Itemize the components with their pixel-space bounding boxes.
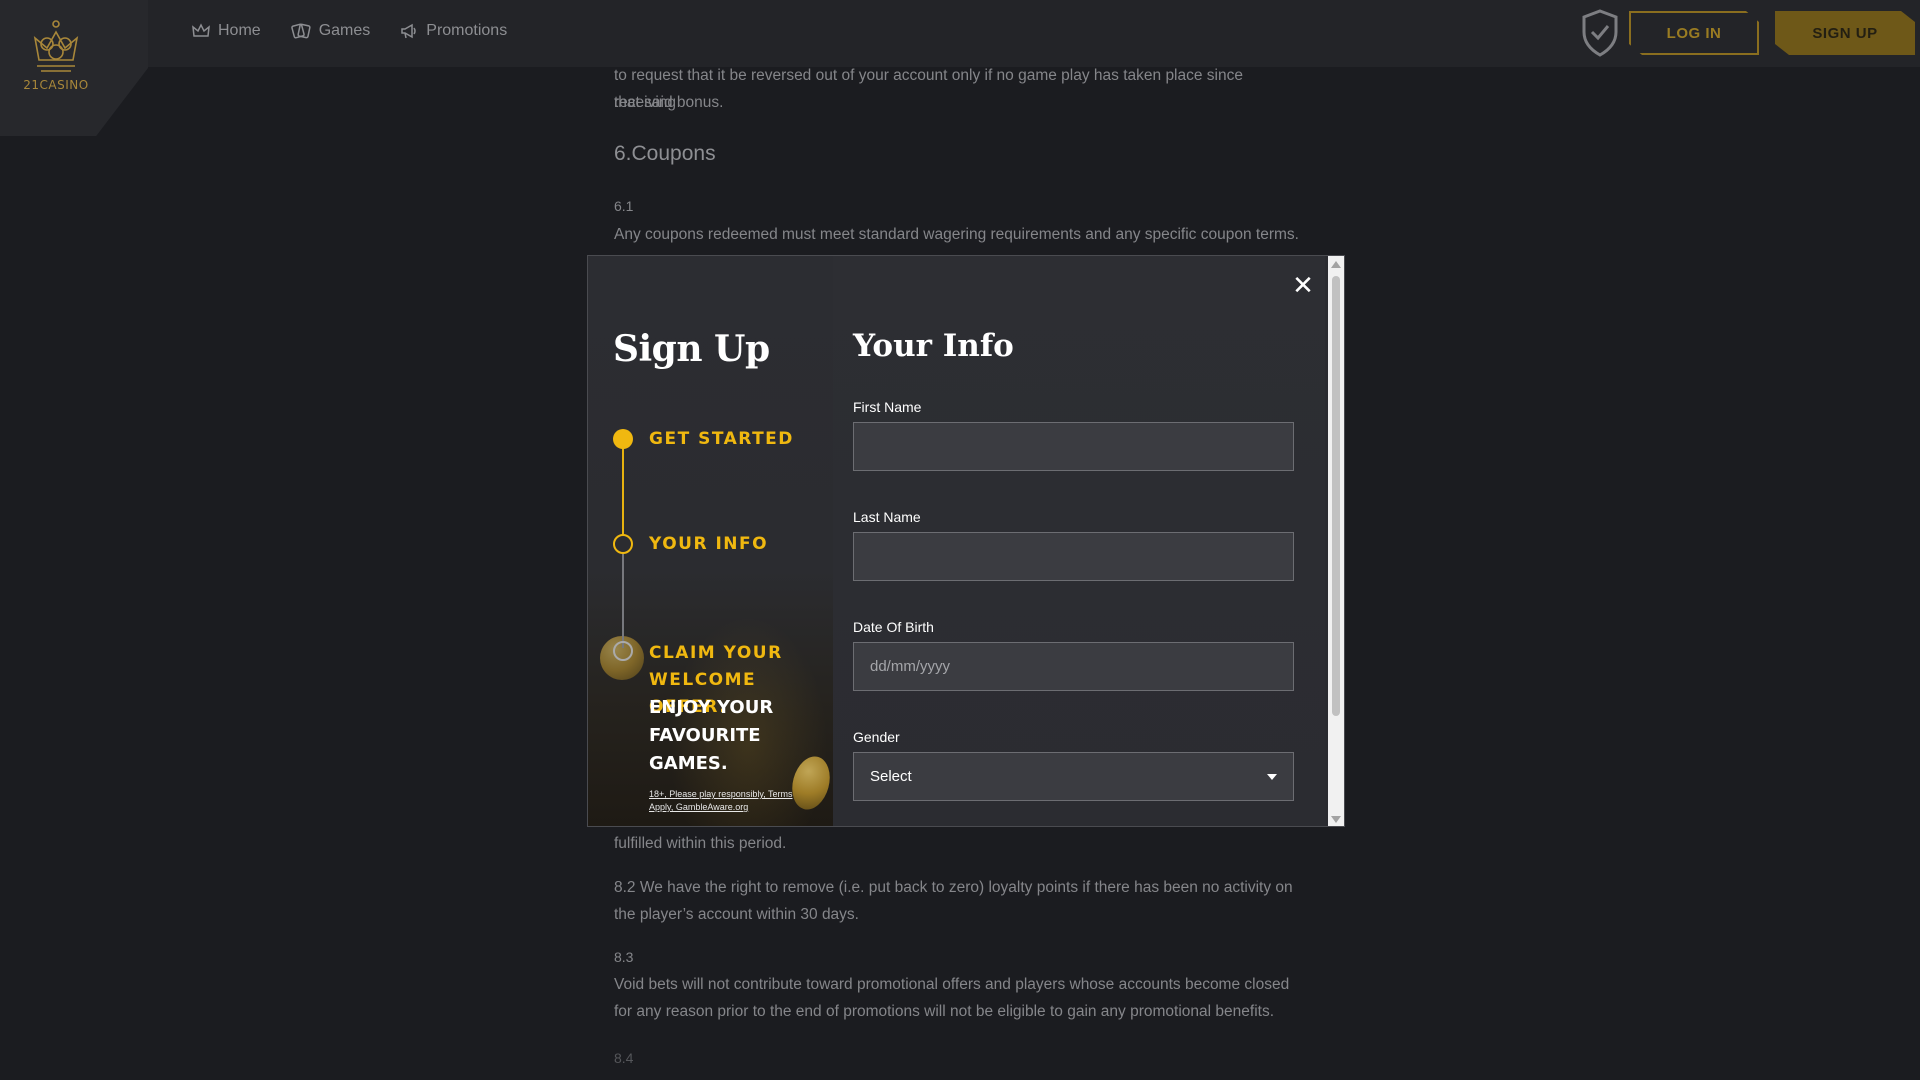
clause-number: 8.4 bbox=[614, 1050, 634, 1066]
signup-modal: Sign Up GET STARTED YOUR INFO CLAIM YOUR… bbox=[587, 255, 1345, 827]
casino-logo[interactable]: 21CASINO bbox=[20, 18, 92, 104]
step-your-info: YOUR INFO bbox=[649, 534, 769, 554]
main-nav: Home Games Promotions bbox=[192, 22, 507, 40]
article-text: fulfilled within this period. bbox=[614, 835, 787, 852]
nav-games-label: Games bbox=[318, 22, 371, 39]
article-text: the player’s account within 30 days. bbox=[614, 906, 859, 923]
clause-number: 8.3 bbox=[614, 949, 634, 965]
chevron-down-icon bbox=[1267, 774, 1277, 780]
gender-select[interactable]: Select bbox=[853, 752, 1294, 801]
nav-promotions-label: Promotions bbox=[426, 22, 508, 39]
article-text: for any reason prior to the end of promo… bbox=[614, 1003, 1274, 1020]
form-title: Your Info bbox=[853, 328, 1014, 364]
cards-icon bbox=[290, 23, 311, 39]
article-text: 8.2 We have the right to remove (i.e. pu… bbox=[614, 879, 1293, 896]
logo-text: 21CASINO bbox=[23, 78, 89, 92]
article-text: Any coupons redeemed must meet standard … bbox=[614, 226, 1299, 243]
signup-button[interactable]: SIGN UP bbox=[1775, 11, 1915, 55]
gender-selected-value: Select bbox=[870, 768, 912, 785]
date-of-birth-input[interactable]: dd/mm/yyyy bbox=[853, 642, 1294, 691]
scroll-down-arrow-icon[interactable] bbox=[1331, 816, 1341, 823]
promo-tagline: ENJOY YOUR FAVOURITE GAMES. bbox=[649, 697, 774, 774]
section-heading: 6.Coupons bbox=[614, 142, 716, 165]
article-text: that said bonus. bbox=[614, 94, 724, 111]
last-name-input[interactable] bbox=[853, 532, 1294, 581]
your-info-form: Your Info First Name Last Name Date Of B… bbox=[833, 256, 1325, 826]
modal-scrollbar[interactable] bbox=[1328, 256, 1344, 826]
date-of-birth-label: Date Of Birth bbox=[853, 619, 934, 635]
article-text: Void bets will not contribute toward pro… bbox=[614, 976, 1290, 993]
signup-steps-panel: Sign Up GET STARTED YOUR INFO CLAIM YOUR… bbox=[588, 256, 836, 826]
security-shield-icon bbox=[1580, 8, 1620, 63]
step-upcoming-indicator bbox=[613, 641, 633, 661]
first-name-label: First Name bbox=[853, 399, 922, 415]
nav-promotions[interactable]: Promotions bbox=[400, 22, 507, 40]
first-name-input[interactable] bbox=[853, 422, 1294, 471]
signup-title: Sign Up bbox=[613, 328, 770, 370]
crown-icon bbox=[192, 23, 210, 37]
close-icon[interactable]: ✕ bbox=[1291, 273, 1315, 299]
scroll-up-arrow-icon[interactable] bbox=[1331, 261, 1341, 268]
responsible-gambling-links[interactable]: 18+, Please play responsibly, Terms Appl… bbox=[649, 788, 809, 814]
nav-home-label: Home bbox=[218, 22, 261, 39]
step-connector-active bbox=[622, 442, 624, 544]
login-button[interactable]: LOG IN bbox=[1629, 11, 1759, 55]
step-get-started: GET STARTED bbox=[649, 429, 794, 449]
last-name-label: Last Name bbox=[853, 509, 921, 525]
megaphone-icon bbox=[401, 23, 417, 39]
scrollbar-thumb[interactable] bbox=[1332, 276, 1340, 716]
nav-games[interactable]: Games bbox=[290, 22, 371, 40]
gender-label: Gender bbox=[853, 729, 900, 745]
nav-home[interactable]: Home bbox=[192, 22, 261, 40]
step-completed-indicator bbox=[613, 429, 633, 449]
step-connector-inactive bbox=[622, 551, 624, 648]
clause-number: 6.1 bbox=[614, 198, 634, 214]
step-current-indicator bbox=[613, 534, 633, 554]
crown-logo-icon bbox=[33, 20, 79, 72]
